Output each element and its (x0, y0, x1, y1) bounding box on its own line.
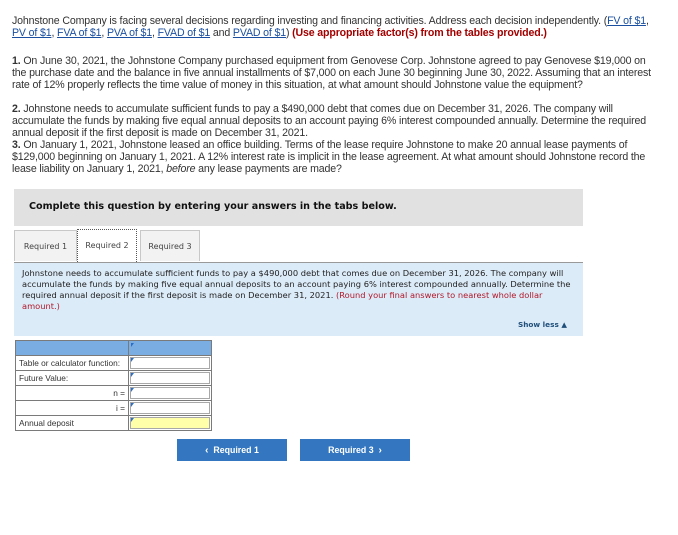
future-value-input[interactable] (130, 372, 210, 384)
tab-required-1[interactable]: Required 1 (14, 230, 77, 261)
table-row: Future Value: (15, 370, 212, 386)
problem-intro: Johnstone Company is facing several deci… (12, 15, 649, 39)
question-number: 3. (12, 139, 21, 151)
next-button-label: Required 3 (328, 445, 374, 455)
requirement-text: Johnstone needs to accumulate sufficient… (22, 268, 572, 312)
question-number: 1. (12, 55, 21, 67)
row-label: Annual deposit (15, 415, 129, 431)
instructions-panel: Complete this question by entering your … (14, 189, 583, 226)
link-pva-of-1[interactable]: PVA of $1 (107, 27, 152, 39)
header-cell (15, 340, 129, 356)
row-label: Table or calculator function: (15, 355, 129, 371)
show-less-label: Show less (517, 320, 559, 329)
prev-required-1-button[interactable]: ‹ Required 1 (177, 439, 287, 461)
question-text-italic: before (166, 163, 196, 175)
row-label: i = (15, 400, 129, 416)
question-1: 1. On June 30, 2021, the Johnstone Compa… (12, 55, 662, 91)
table-row: Table or calculator function: (15, 355, 212, 371)
link-pv-of-1[interactable]: PV of $1 (12, 27, 52, 39)
tab-bar: Required 1 Required 2 Required 3 (14, 229, 583, 263)
link-fv-of-1[interactable]: FV of $1 (607, 15, 646, 27)
table-header (15, 340, 212, 356)
question-number: 2. (12, 103, 21, 115)
answer-cell (128, 415, 212, 431)
tab-content: Johnstone needs to accumulate sufficient… (14, 263, 583, 336)
link-fva-of-1[interactable]: FVA of $1 (57, 27, 102, 39)
header-cell (128, 340, 212, 356)
tab-required-2[interactable]: Required 2 (77, 229, 137, 262)
table-row: n = (15, 385, 212, 401)
row-label: Future Value: (15, 370, 129, 386)
table-row: Annual deposit (15, 415, 212, 431)
link-pvad-of-1[interactable]: PVAD of $1 (233, 27, 286, 39)
question-text-end: any lease payments are made? (198, 163, 342, 175)
chevron-left-icon: ‹ (205, 445, 209, 456)
prev-button-label: Required 1 (213, 445, 259, 455)
panel-heading: Complete this question by entering your … (29, 201, 397, 212)
instruction-text: (Use appropriate factor(s) from the tabl… (292, 27, 547, 39)
question-text: Johnstone needs to accumulate sufficient… (12, 103, 646, 139)
answer-cell (128, 370, 212, 386)
chevron-right-icon: › (378, 445, 382, 456)
answer-cell (128, 355, 212, 371)
n-input[interactable] (130, 387, 210, 399)
triangle-up-icon: ▲ (561, 320, 567, 329)
row-label: n = (15, 385, 129, 401)
and-text: and (212, 27, 231, 39)
question-3: 3. On January 1, 2021, Johnstone leased … (12, 139, 662, 175)
table-function-input[interactable] (130, 357, 210, 369)
next-required-3-button[interactable]: Required 3 › (300, 439, 410, 461)
i-input[interactable] (130, 402, 210, 414)
show-less-button[interactable]: Show less ▲ (518, 320, 567, 329)
intro-text: Johnstone Company is facing several deci… (12, 15, 608, 27)
table-row: i = (15, 400, 212, 416)
link-fvad-of-1[interactable]: FVAD of $1 (158, 27, 211, 39)
calculation-table: Table or calculator function: Future Val… (15, 340, 212, 431)
question-text: On June 30, 2021, the Johnstone Company … (12, 55, 651, 91)
answer-cell (128, 385, 212, 401)
question-2: 2. Johnstone needs to accumulate suffici… (12, 103, 662, 139)
annual-deposit-input[interactable] (130, 417, 210, 429)
tab-required-3[interactable]: Required 3 (140, 230, 200, 261)
answer-cell (128, 400, 212, 416)
